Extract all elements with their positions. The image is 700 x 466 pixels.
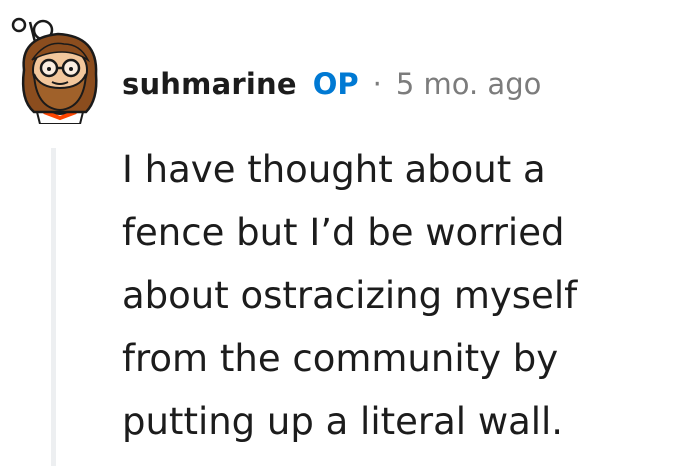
username-link[interactable]: suhmarine: [122, 67, 297, 101]
comment-text-line: putting up a literal wall.: [122, 400, 564, 443]
snoo-avatar-icon: [11, 17, 98, 125]
user-avatar[interactable]: [6, 8, 110, 125]
op-badge: OP: [312, 67, 359, 101]
comment-text-line: from the community by: [122, 337, 559, 380]
thread-collapse-line[interactable]: [51, 148, 56, 466]
comment-text-line: I have thought about a: [122, 148, 546, 191]
comment-text-line: fence but I’d be worried: [122, 211, 565, 254]
comment-header: suhmarine OP · 5 mo. ago: [122, 62, 541, 106]
comment-timestamp[interactable]: 5 mo. ago: [396, 67, 542, 101]
meta-separator: ·: [372, 67, 382, 101]
comment-body: I have thought about a fence but I’d be …: [122, 138, 682, 453]
comment-text-line: about ostracizing myself: [122, 274, 578, 317]
